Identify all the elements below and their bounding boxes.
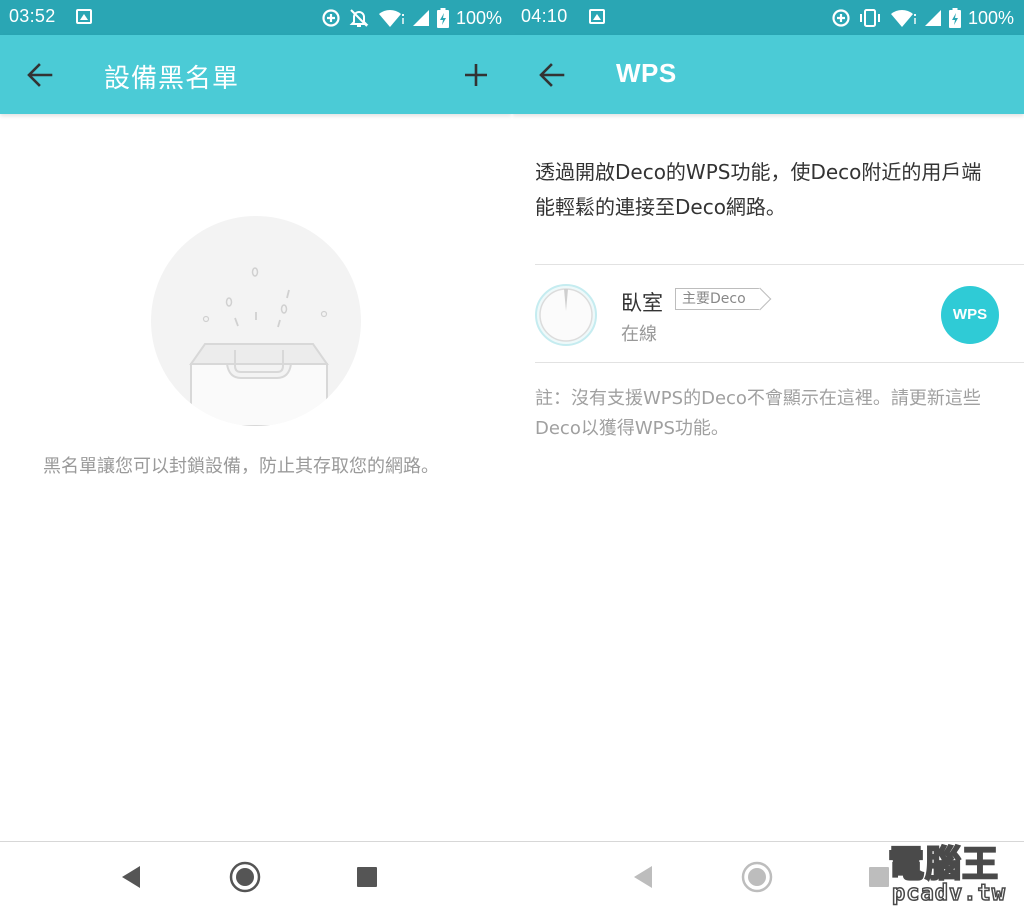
device-status: 在線 bbox=[621, 324, 657, 345]
nav-home-icon[interactable] bbox=[740, 860, 774, 894]
nav-bar bbox=[0, 841, 512, 910]
gallery-icon bbox=[76, 9, 92, 24]
status-time: 03:52 bbox=[9, 6, 56, 26]
bell-off-icon bbox=[349, 9, 369, 27]
status-icons: 100% bbox=[831, 5, 1014, 31]
app-bar: 設備黑名單 bbox=[0, 35, 512, 114]
nav-home-icon[interactable] bbox=[228, 860, 262, 894]
main-deco-tag-label: 主要Deco bbox=[682, 291, 746, 307]
wps-button[interactable]: WPS bbox=[941, 286, 999, 344]
arrow-back-icon bbox=[539, 63, 565, 87]
plus-icon bbox=[465, 64, 487, 86]
vibrate-icon bbox=[859, 9, 880, 27]
gallery-icon bbox=[589, 9, 605, 24]
battery-charging-icon bbox=[948, 8, 961, 28]
wps-intro-text: 透過開啟Deco的WPS功能，使Deco附近的用戶端能輕鬆的連接至Deco網路。 bbox=[535, 160, 982, 219]
wps-screen: 04:10 100% WPS 透過開啟Deco的WPS功能，使Deco附近的用戶… bbox=[512, 0, 1024, 910]
device-name: 臥室 bbox=[621, 291, 663, 315]
data-saver-icon bbox=[322, 9, 340, 27]
blacklist-screen: 03:52 100% 設備黑名單 黑名單讓您可以封鎖設備，防止其存取您的網路。 bbox=[0, 0, 512, 910]
empty-description: 黑名單讓您可以封鎖設備，防止其存取您的網路。 bbox=[43, 456, 439, 477]
wps-note-text: 註：沒有支援WPS的Deco不會顯示在這裡。請更新這些Deco以獲得WPS功能。 bbox=[535, 388, 981, 439]
nav-back-icon[interactable] bbox=[628, 860, 662, 894]
divider bbox=[535, 362, 1024, 363]
app-bar: WPS bbox=[512, 35, 1024, 114]
status-bar: 03:52 100% bbox=[0, 0, 512, 35]
empty-illustration bbox=[151, 216, 361, 426]
empty-box-icon bbox=[189, 267, 329, 426]
wifi-icon bbox=[890, 9, 916, 27]
device-row[interactable]: 臥室 主要Deco 在線 WPS bbox=[512, 265, 1024, 362]
battery-percent: 100% bbox=[967, 7, 1014, 28]
data-saver-icon bbox=[832, 9, 850, 27]
back-button[interactable] bbox=[22, 57, 58, 93]
cell-signal-icon bbox=[924, 10, 941, 26]
battery-charging-icon bbox=[436, 8, 449, 28]
wifi-icon bbox=[378, 9, 404, 27]
main-deco-tag: 主要Deco bbox=[675, 288, 760, 310]
status-icons: 100% bbox=[321, 5, 502, 31]
deco-device-icon bbox=[535, 284, 597, 346]
battery-percent: 100% bbox=[455, 7, 502, 28]
watermark-line2: pcadv.tw bbox=[891, 880, 1006, 907]
page-title: 設備黑名單 bbox=[104, 64, 240, 94]
back-button[interactable] bbox=[534, 57, 570, 93]
arrow-back-icon bbox=[27, 63, 53, 87]
nav-back-icon[interactable] bbox=[116, 860, 150, 894]
cell-signal-icon bbox=[412, 10, 429, 26]
page-title: WPS bbox=[616, 58, 677, 88]
status-bar: 04:10 100% bbox=[512, 0, 1024, 35]
add-device-button[interactable] bbox=[458, 57, 494, 93]
status-time: 04:10 bbox=[521, 6, 568, 26]
nav-recent-icon[interactable] bbox=[350, 860, 384, 894]
watermark-logo: 電腦王 pcadv.tw bbox=[878, 844, 1024, 910]
watermark-line1: 電腦王 bbox=[887, 844, 1000, 886]
